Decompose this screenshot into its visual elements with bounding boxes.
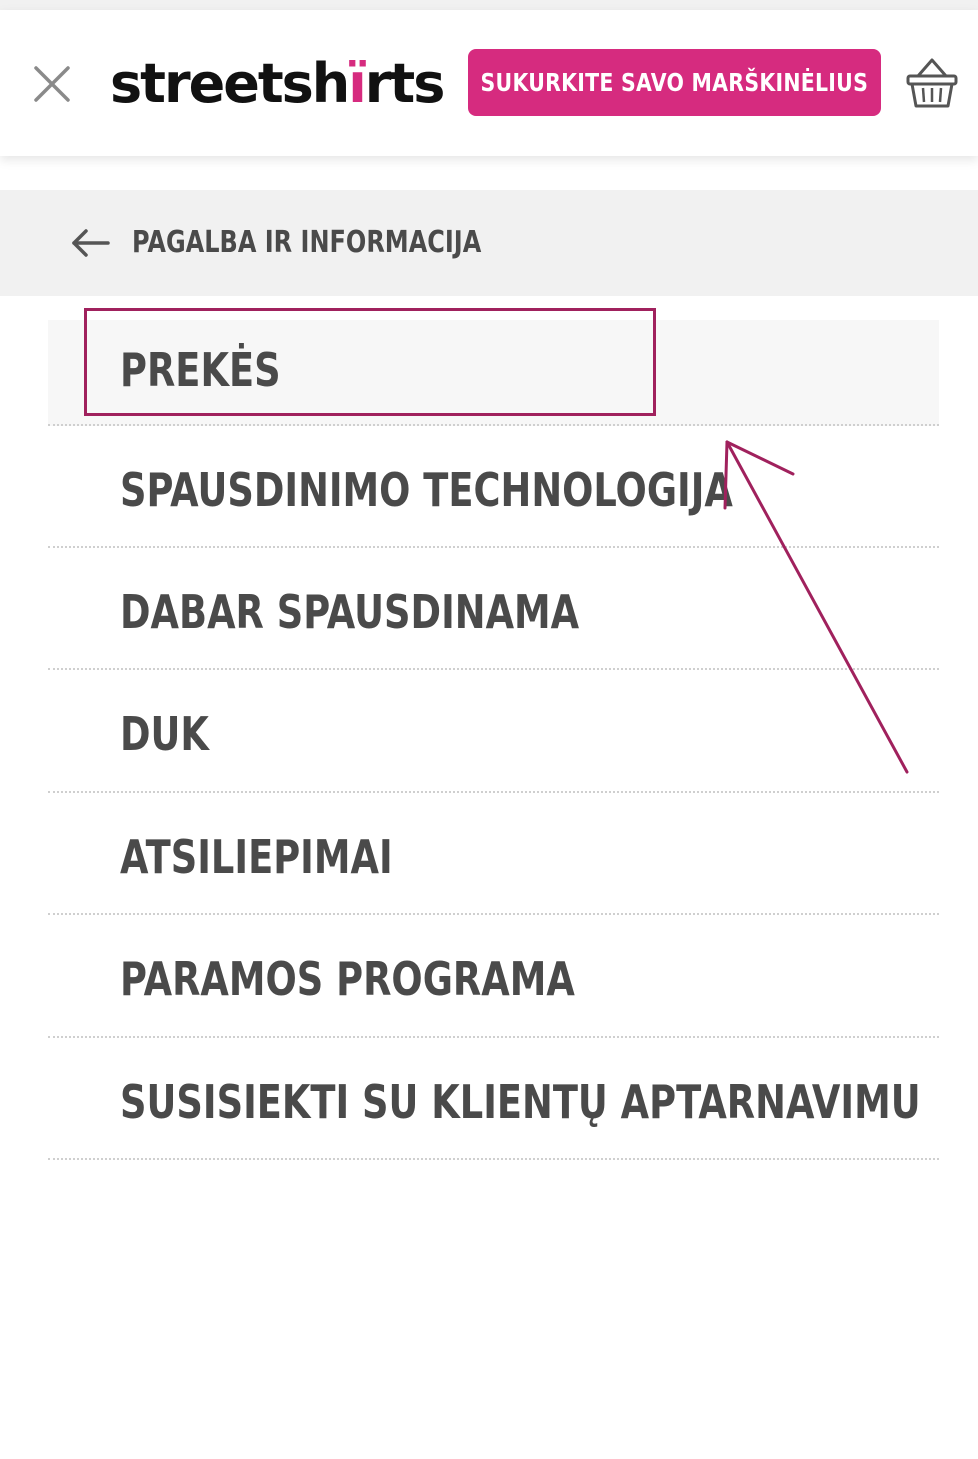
- logo-accent-glyph: ï: [348, 52, 366, 115]
- mobile-menu-page: streetshïrts SUKURKITE SAVO MARŠKINĖLIUS…: [0, 0, 978, 1459]
- menu-item-label: DUK: [120, 707, 209, 761]
- close-button[interactable]: [32, 64, 72, 104]
- menu-item-spausdinimo-technologija[interactable]: SPAUSDINIMO TECHNOLOGIJA: [48, 426, 939, 548]
- menu-item-duk[interactable]: DUK: [48, 670, 939, 793]
- menu-item-prekes[interactable]: PREKĖS: [48, 320, 939, 426]
- basket-icon: [906, 58, 958, 108]
- menu-item-label: DABAR SPAUSDINAMA: [120, 585, 580, 639]
- menu-item-label: SPAUSDINIMO TECHNOLOGIJA: [120, 463, 733, 517]
- header: streetshïrts SUKURKITE SAVO MARŠKINĖLIUS: [0, 10, 978, 156]
- menu-item-label: PARAMOS PROGRAMA: [120, 952, 575, 1006]
- back-label[interactable]: PAGALBA IR INFORMACIJA: [132, 220, 481, 266]
- menu-item-paramos-programa[interactable]: PARAMOS PROGRAMA: [48, 915, 939, 1038]
- menu-item-dabar-spausdinama[interactable]: DABAR SPAUSDINAMA: [48, 548, 939, 670]
- logo-text-start: streetsh: [110, 52, 350, 115]
- back-navigation-bar[interactable]: PAGALBA IR INFORMACIJA: [0, 190, 978, 296]
- menu-item-susisiekti[interactable]: SUSISIEKTI SU KLIENTŲ APTARNAVIMU: [48, 1038, 939, 1160]
- top-strip: [0, 0, 978, 10]
- logo-text-end: rts: [364, 52, 446, 115]
- arrow-left-icon[interactable]: [70, 227, 110, 259]
- streetshirts-logo[interactable]: streetshïrts: [110, 52, 446, 115]
- close-icon: [34, 66, 70, 102]
- create-your-shirt-button[interactable]: SUKURKITE SAVO MARŠKINĖLIUS: [468, 49, 881, 116]
- menu-item-atsiliepimai[interactable]: ATSILIEPIMAI: [48, 793, 939, 915]
- help-menu-list: PREKĖS SPAUSDINIMO TECHNOLOGIJA DABAR SP…: [48, 320, 939, 1160]
- menu-item-label: PREKĖS: [120, 343, 281, 397]
- create-your-shirt-label: SUKURKITE SAVO MARŠKINĖLIUS: [480, 68, 869, 97]
- menu-item-label: SUSISIEKTI SU KLIENTŲ APTARNAVIMU: [120, 1075, 921, 1129]
- menu-item-label: ATSILIEPIMAI: [120, 830, 393, 884]
- basket-button[interactable]: [905, 54, 959, 114]
